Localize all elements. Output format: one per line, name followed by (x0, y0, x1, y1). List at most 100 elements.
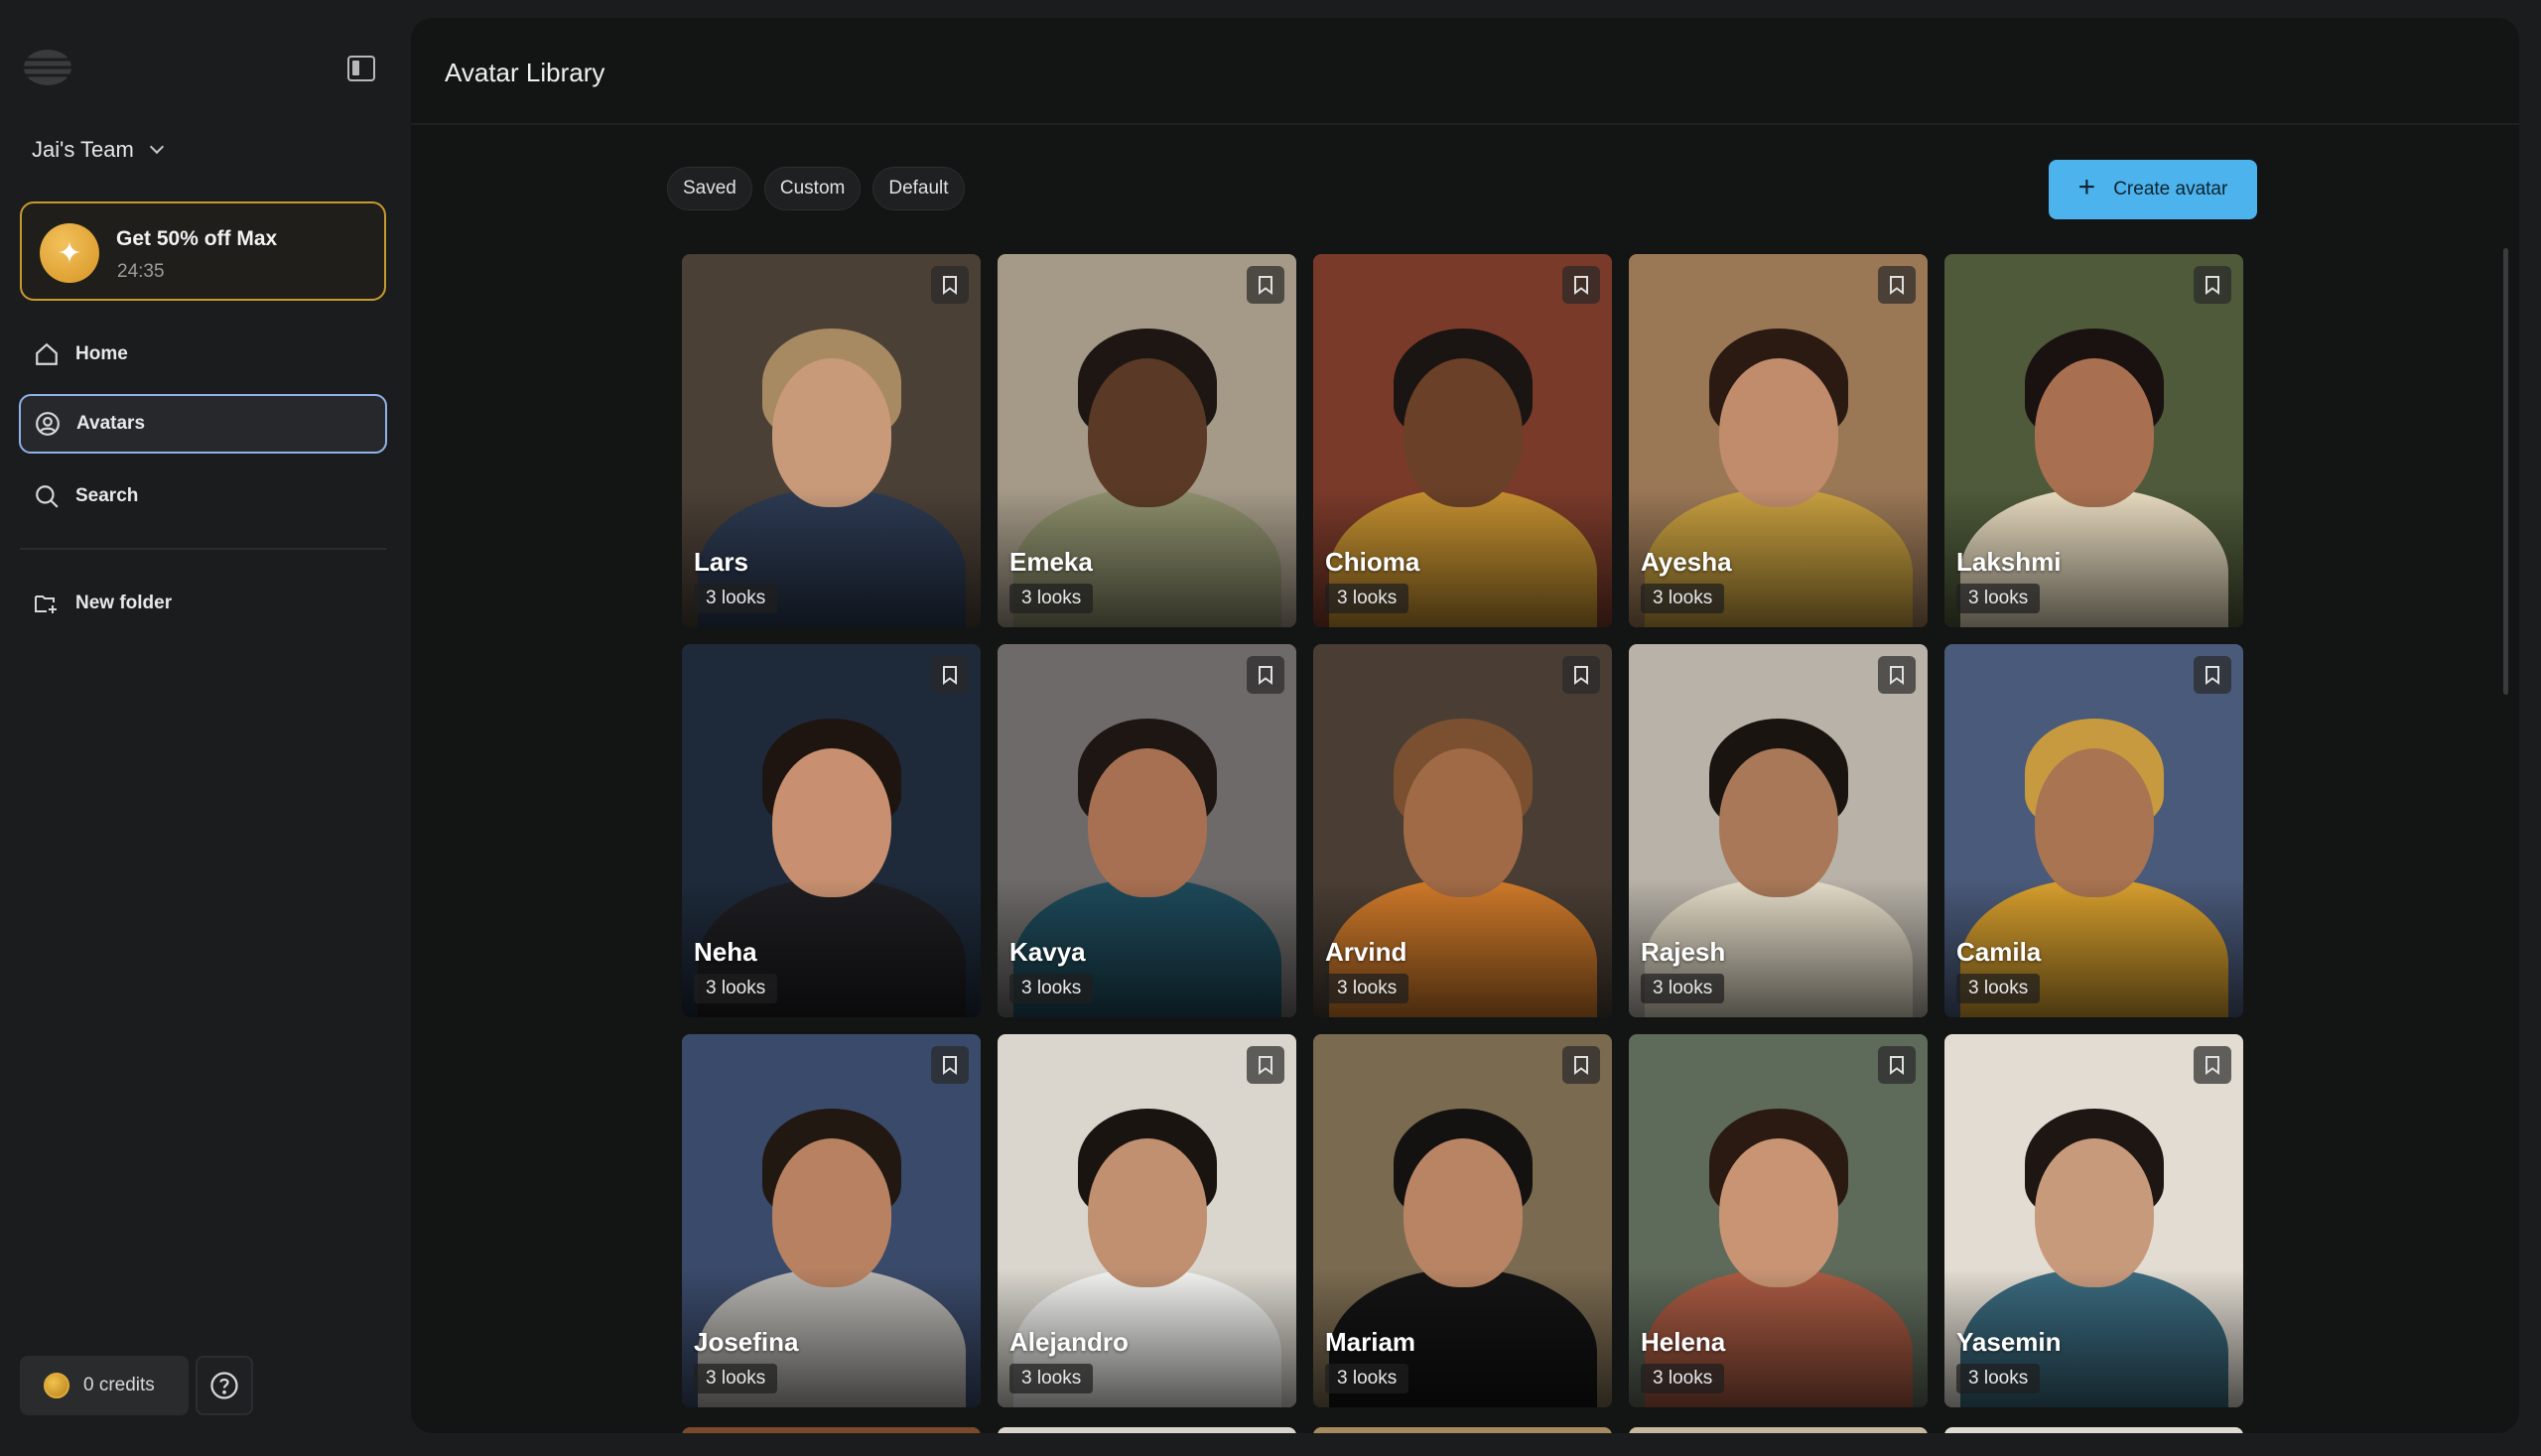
avatar-name: Emeka (1009, 547, 1093, 577)
avatar-name: Mariam (1325, 1327, 1416, 1357)
main-panel: Avatar Library Saved Custom Default + Cr… (411, 18, 2519, 1433)
bookmark-button[interactable] (1247, 656, 1284, 694)
bookmark-button[interactable] (2194, 656, 2231, 694)
avatar-card[interactable]: Camila 3 looks (1944, 644, 2243, 1017)
plus-icon: + (2077, 171, 2096, 203)
avatar-looks: 3 looks (1641, 584, 1725, 613)
avatar-looks: 3 looks (1325, 584, 1409, 613)
sidebar-item-label: Search (75, 485, 139, 506)
avatar-card[interactable]: Mariam 3 looks (1313, 1034, 1612, 1407)
bookmark-icon (1259, 666, 1272, 685)
sidebar-toggle-icon[interactable] (347, 56, 375, 81)
avatar-card[interactable]: Lakshmi 3 looks (1944, 254, 2243, 627)
sidebar-item-home[interactable]: Home (20, 325, 386, 384)
coin-icon (44, 1373, 69, 1398)
main-header: Avatar Library (411, 18, 2519, 125)
avatar-card-peek[interactable] (682, 1427, 981, 1433)
avatar-card-peek[interactable] (1629, 1427, 1928, 1433)
promo-timer: 24:35 (117, 261, 165, 282)
page-title: Avatar Library (445, 58, 605, 87)
new-folder-label: New folder (75, 593, 173, 613)
bookmark-button[interactable] (1562, 266, 1600, 304)
bookmark-button[interactable] (931, 1046, 969, 1084)
chevron-down-icon (149, 139, 164, 155)
folder-plus-icon (34, 591, 60, 616)
bookmark-button[interactable] (931, 266, 969, 304)
avatar-name: Camila (1956, 937, 2042, 967)
sidebar-divider (20, 548, 386, 550)
avatar-name: Rajesh (1641, 937, 1726, 967)
bookmark-button[interactable] (1878, 266, 1916, 304)
avatar-card[interactable]: Neha 3 looks (682, 644, 981, 1017)
avatar-name: Lakshmi (1956, 547, 2062, 577)
avatar-looks: 3 looks (1009, 974, 1094, 1003)
avatar-card[interactable]: Alejandro 3 looks (998, 1034, 1296, 1407)
scrollbar[interactable] (2503, 248, 2508, 695)
bookmark-icon (2206, 666, 2219, 685)
avatar-looks: 3 looks (1956, 1364, 2041, 1393)
bookmark-icon (1890, 1056, 1904, 1075)
avatar-card[interactable]: Chioma 3 looks (1313, 254, 1612, 627)
promo-banner[interactable]: ✦ Get 50% off Max 24:35 (20, 201, 386, 301)
avatar-name: Ayesha (1641, 547, 1732, 577)
avatar-name: Alejandro (1009, 1327, 1129, 1357)
avatar-card[interactable]: Rajesh 3 looks (1629, 644, 1928, 1017)
portrait-face (1718, 748, 1838, 898)
bookmark-icon (1259, 1056, 1272, 1075)
logo-icon[interactable] (20, 46, 75, 89)
team-switcher[interactable]: Jai's Team (32, 133, 164, 167)
sidebar-item-search[interactable]: Search (20, 466, 386, 526)
sidebar: Jai's Team ✦ Get 50% off Max 24:35 Home … (0, 0, 407, 1456)
bookmark-button[interactable] (1247, 1046, 1284, 1084)
avatar-card[interactable]: Lars 3 looks (682, 254, 981, 627)
avatar-looks: 3 looks (694, 1364, 778, 1393)
party-popper-icon: ✦ (40, 223, 99, 283)
portrait-face (2034, 1138, 2154, 1288)
bookmark-button[interactable] (2194, 266, 2231, 304)
avatar-name: Helena (1641, 1327, 1726, 1357)
portrait-face (771, 748, 891, 898)
sidebar-item-avatars[interactable]: Avatars (19, 394, 387, 454)
portrait-face (2034, 358, 2154, 508)
avatar-card-peek[interactable] (1313, 1427, 1612, 1433)
bookmark-button[interactable] (1878, 656, 1916, 694)
bookmark-button[interactable] (1878, 1046, 1916, 1084)
avatar-card-peek[interactable] (1944, 1427, 2243, 1433)
create-avatar-button[interactable]: + Create avatar (2049, 160, 2257, 219)
avatar-card-peek[interactable] (998, 1427, 1296, 1433)
portrait-face (771, 1138, 891, 1288)
avatar-card[interactable]: Ayesha 3 looks (1629, 254, 1928, 627)
avatar-card[interactable]: Helena 3 looks (1629, 1034, 1928, 1407)
bookmark-button[interactable] (931, 656, 969, 694)
avatar-looks: 3 looks (694, 584, 778, 613)
avatar-card[interactable]: Kavya 3 looks (998, 644, 1296, 1017)
portrait-face (1718, 1138, 1838, 1288)
avatar-card[interactable]: Arvind 3 looks (1313, 644, 1612, 1017)
search-icon (34, 483, 60, 509)
avatar-name: Lars (694, 547, 748, 577)
bookmark-button[interactable] (1247, 266, 1284, 304)
filter-saved[interactable]: Saved (667, 167, 752, 210)
filter-custom[interactable]: Custom (763, 167, 862, 210)
portrait-face (1718, 358, 1838, 508)
avatar-card[interactable]: Yasemin 3 looks (1944, 1034, 2243, 1407)
credits-button[interactable]: 0 credits (20, 1356, 189, 1415)
new-folder-button[interactable]: New folder (20, 574, 386, 633)
avatar-name: Arvind (1325, 937, 1407, 967)
avatar-card[interactable]: Josefina 3 looks (682, 1034, 981, 1407)
portrait-face (1403, 748, 1523, 898)
help-icon (210, 1372, 238, 1399)
bookmark-icon (1574, 276, 1588, 295)
sidebar-item-label: Avatars (76, 413, 146, 434)
bookmark-icon (2206, 1056, 2219, 1075)
help-button[interactable] (196, 1356, 253, 1415)
bookmark-button[interactable] (1562, 1046, 1600, 1084)
avatar-grid: Lars 3 looks Emeka 3 looks Chioma 3 looks Ayes… (682, 254, 2243, 1407)
bookmark-icon (1574, 666, 1588, 685)
avatar-card[interactable]: Emeka 3 looks (998, 254, 1296, 627)
bookmark-button[interactable] (2194, 1046, 2231, 1084)
team-name: Jai's Team (32, 137, 134, 162)
bookmark-button[interactable] (1562, 656, 1600, 694)
bookmark-icon (943, 276, 957, 295)
filter-default[interactable]: Default (872, 167, 965, 210)
